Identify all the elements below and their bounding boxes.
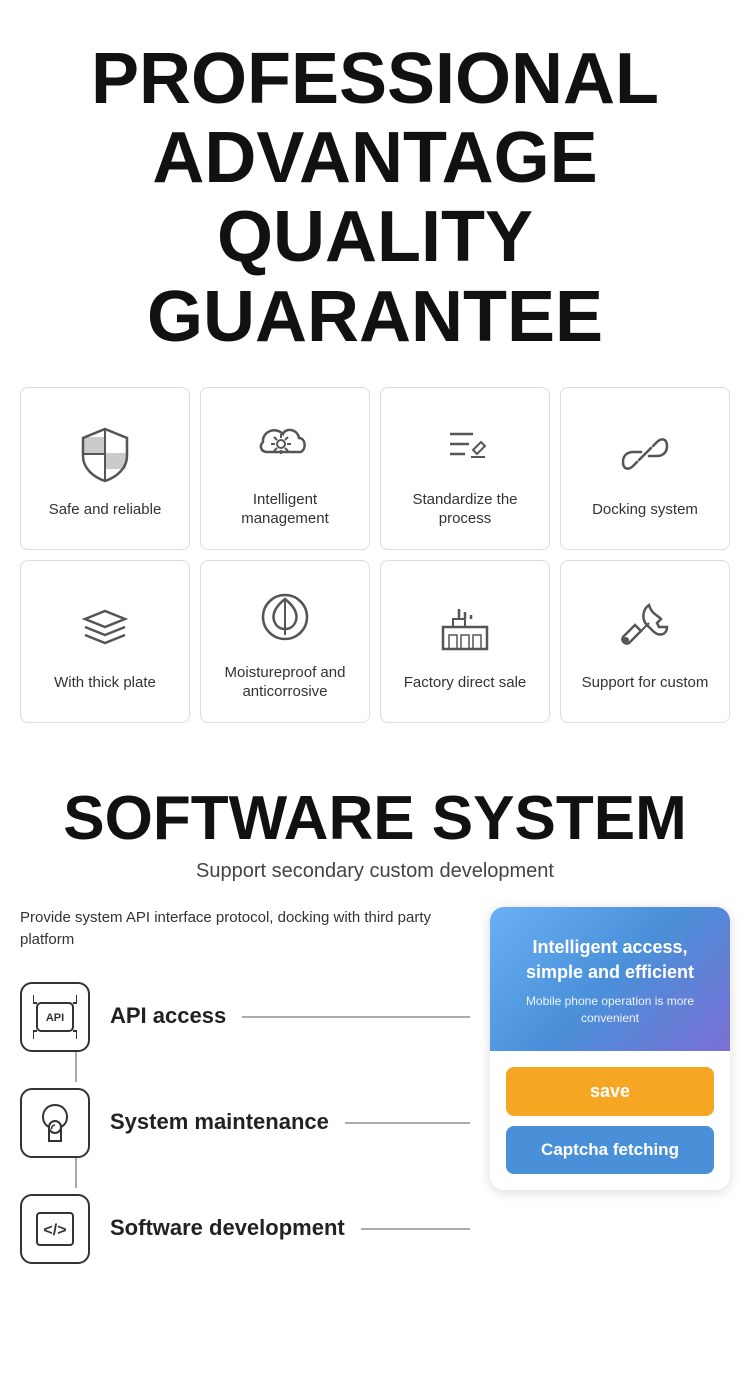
- feature-label-moistureproof: Moistureproof and anticorrosive: [211, 663, 359, 702]
- feature-card-custom: Support for custom: [560, 560, 730, 723]
- page-header: PROFESSIONAL ADVANTAGE QUALITY GUARANTEE: [0, 0, 750, 387]
- feature-card-standardize: Standardize the process: [380, 387, 550, 550]
- feature-label-thick-plate: With thick plate: [54, 673, 156, 693]
- shield-icon: [73, 422, 137, 486]
- svg-text:</>: </>: [43, 1222, 66, 1239]
- maintenance-icon: [20, 1088, 90, 1158]
- leaf-circle-icon: [253, 585, 317, 649]
- panel-header-subtitle: Mobile phone operation is more convenien…: [510, 993, 710, 1027]
- connector-api: [242, 1016, 470, 1018]
- cloud-settings-icon: [253, 412, 317, 476]
- feature-grid: Safe and reliable Intelligent manage: [0, 387, 750, 753]
- list-label-api: API access: [110, 1002, 226, 1031]
- save-button[interactable]: save: [506, 1067, 714, 1116]
- feature-label-standardize: Standardize the process: [391, 490, 539, 529]
- tools-icon: [613, 595, 677, 659]
- software-subtitle: Support secondary custom development: [20, 860, 730, 883]
- page-title: PROFESSIONAL ADVANTAGE QUALITY GUARANTEE: [20, 40, 730, 357]
- software-right-panel: Intelligent access, simple and efficient…: [490, 907, 730, 1190]
- feature-card-safe-reliable: Safe and reliable: [20, 387, 190, 550]
- feature-card-thick-plate: With thick plate: [20, 560, 190, 723]
- software-content: Provide system API interface protocol, d…: [20, 907, 730, 1300]
- list-item-api: API API access: [20, 982, 470, 1052]
- list-label-development: Software development: [110, 1214, 345, 1243]
- code-icon: </>: [20, 1194, 90, 1264]
- captcha-button[interactable]: Captcha fetching: [506, 1126, 714, 1174]
- software-section: SOFTWARE SYSTEM Support secondary custom…: [0, 753, 750, 1320]
- factory-icon: [433, 595, 497, 659]
- panel-buttons: save Captcha fetching: [490, 1051, 730, 1190]
- feature-label-custom: Support for custom: [582, 673, 709, 693]
- feature-row-2: With thick plate Moistureproof and antic…: [20, 560, 730, 723]
- feature-card-intelligent: Intelligent management: [200, 387, 370, 550]
- software-title: SOFTWARE SYSTEM: [20, 783, 730, 854]
- feature-label-intelligent: Intelligent management: [211, 490, 359, 529]
- feature-label-factory: Factory direct sale: [404, 673, 527, 693]
- list-label-maintenance: System maintenance: [110, 1108, 329, 1137]
- api-icon: API: [20, 982, 90, 1052]
- panel-header: Intelligent access, simple and efficient…: [490, 907, 730, 1051]
- feature-label-safe-reliable: Safe and reliable: [49, 500, 162, 520]
- layers-icon: [73, 595, 137, 659]
- feature-label-docking: Docking system: [592, 500, 698, 520]
- software-desc: Provide system API interface protocol, d…: [20, 907, 470, 952]
- software-left: Provide system API interface protocol, d…: [20, 907, 470, 1300]
- svg-text:API: API: [46, 1012, 64, 1024]
- connector-maintenance: [345, 1122, 470, 1124]
- pen-list-icon: [433, 412, 497, 476]
- connector-development: [361, 1228, 470, 1230]
- feature-card-factory: Factory direct sale: [380, 560, 550, 723]
- panel-header-title: Intelligent access, simple and efficient: [510, 935, 710, 985]
- list-item-development: </> Software development: [20, 1194, 470, 1264]
- link-icon: [613, 422, 677, 486]
- feature-card-moistureproof: Moistureproof and anticorrosive: [200, 560, 370, 723]
- feature-card-docking: Docking system: [560, 387, 730, 550]
- feature-row-1: Safe and reliable Intelligent manage: [20, 387, 730, 550]
- list-item-maintenance: System maintenance: [20, 1088, 470, 1158]
